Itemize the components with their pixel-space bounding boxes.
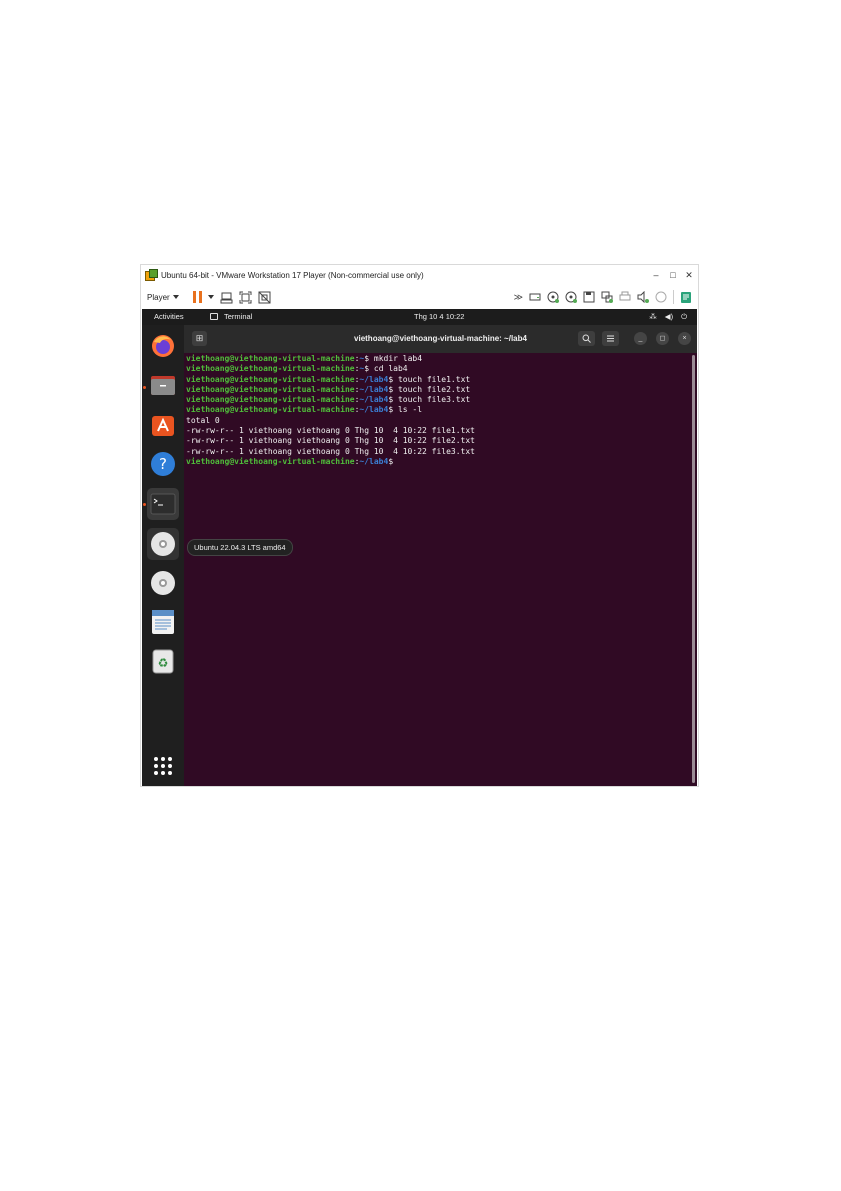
- sound-card-icon[interactable]: [637, 291, 649, 303]
- dock: ? ♻: [142, 325, 184, 786]
- terminal-line: viethoang@viethoang-virtual-machine:~/la…: [186, 374, 471, 384]
- prompt-user: viethoang@viethoang-virtual-machine: [186, 364, 355, 374]
- prompt-path: ~/lab4: [359, 374, 389, 384]
- prompt-user: viethoang@viethoang-virtual-machine: [186, 456, 355, 466]
- floppy-icon[interactable]: [583, 291, 595, 303]
- terminal-line: viethoang@viethoang-virtual-machine:~/la…: [186, 384, 471, 394]
- terminal-line: viethoang@viethoang-virtual-machine:~/la…: [186, 395, 471, 405]
- close-button[interactable]: ✕: [682, 268, 696, 282]
- show-apps-icon[interactable]: [147, 750, 179, 782]
- unity-icon[interactable]: [258, 291, 271, 304]
- pause-dropdown-icon[interactable]: [207, 295, 214, 299]
- fullscreen-icon[interactable]: [239, 291, 252, 304]
- usb-icon[interactable]: [655, 291, 667, 303]
- terminal-line: viethoang@viethoang-virtual-machine:~$ m…: [186, 354, 423, 363]
- toolbar-divider: [673, 290, 674, 304]
- activities-button[interactable]: Activities: [154, 312, 184, 321]
- player-menu[interactable]: Player: [147, 293, 179, 302]
- vmware-window: Ubuntu 64-bit - VMware Workstation 17 Pl…: [141, 265, 698, 786]
- terminal-line: viethoang@viethoang-virtual-machine:~$ c…: [186, 364, 408, 374]
- svg-text:?: ?: [159, 455, 167, 473]
- running-indicator: [143, 386, 146, 389]
- terminal-header-bar[interactable]: ⊞ viethoang@viethoang-virtual-machine: ~…: [184, 325, 697, 353]
- firefox-icon[interactable]: [147, 330, 179, 362]
- minimize-button-terminal[interactable]: _: [634, 332, 647, 345]
- terminal-line: viethoang@viethoang-virtual-machine:~/la…: [186, 456, 398, 466]
- command-text: touch file2.txt: [397, 384, 471, 394]
- prompt-path: ~/lab4: [359, 456, 389, 466]
- prompt-path: ~/lab4: [359, 405, 389, 415]
- prompt-user: viethoang@viethoang-virtual-machine: [186, 405, 355, 415]
- command-text: mkdir lab4: [373, 354, 423, 363]
- gnome-top-bar: Activities Terminal Thg 10 4 10:22 ⁂ ◀) …: [142, 309, 697, 325]
- network-icon: ⁂: [649, 312, 657, 321]
- cd-dvd-icon[interactable]: [547, 291, 559, 303]
- trash-icon[interactable]: ♻: [147, 645, 179, 677]
- vmware-toolbar: Player ≫: [141, 285, 698, 309]
- output-line: total 0: [186, 415, 220, 425]
- vmware-app-icon: [145, 269, 158, 281]
- terminal-line: viethoang@viethoang-virtual-machine:~/la…: [186, 405, 423, 415]
- dock-tooltip: Ubuntu 22.04.3 LTS amd64: [187, 539, 293, 556]
- device-icons: ≫: [514, 290, 692, 304]
- command-text: cd lab4: [373, 364, 408, 374]
- printer-icon[interactable]: [619, 291, 631, 303]
- hard-disk-icon[interactable]: [529, 291, 541, 303]
- prompt-user: viethoang@viethoang-virtual-machine: [186, 354, 355, 363]
- app-menu-label[interactable]: Terminal: [224, 312, 252, 321]
- app-center-icon[interactable]: [147, 409, 179, 441]
- output-line: -rw-rw-r-- 1 viethoang viethoang 0 Thg 1…: [186, 426, 475, 436]
- dvd-icon-2[interactable]: [147, 567, 179, 599]
- system-tray[interactable]: ⁂ ◀) ⏻: [649, 312, 687, 322]
- volume-icon: ◀): [664, 312, 674, 321]
- command-text: touch file1.txt: [397, 374, 471, 384]
- hamburger-icon: [607, 335, 614, 342]
- maximize-button-terminal[interactable]: ◻: [656, 332, 669, 345]
- terminal-icon[interactable]: [147, 488, 179, 520]
- chevron-down-icon: [172, 295, 179, 299]
- search-icon: [582, 334, 591, 343]
- running-indicator-2: [143, 503, 146, 506]
- text-editor-icon[interactable]: [147, 606, 179, 638]
- help-icon[interactable]: ?: [147, 448, 179, 480]
- prompt-user: viethoang@viethoang-virtual-machine: [186, 395, 355, 405]
- terminal-title: viethoang@viethoang-virtual-machine: ~/l…: [354, 334, 527, 343]
- pause-icon[interactable]: [192, 291, 204, 303]
- cd-dvd-icon-2[interactable]: [565, 291, 577, 303]
- power-icon: ⏻: [681, 312, 687, 321]
- player-menu-label: Player: [147, 292, 170, 302]
- files-icon[interactable]: [147, 369, 179, 401]
- prompt-path: ~/lab4: [359, 395, 389, 405]
- scrollbar[interactable]: [692, 355, 695, 783]
- prompt-path: ~: [359, 354, 365, 363]
- terminal-app-icon: [210, 313, 218, 320]
- close-button-terminal[interactable]: ×: [678, 332, 691, 345]
- prompt-path: ~: [359, 364, 365, 374]
- maximize-button[interactable]: □: [666, 268, 680, 282]
- terminal-output[interactable]: viethoang@viethoang-virtual-machine:~$ m…: [186, 354, 686, 467]
- output-line: -rw-rw-r-- 1 viethoang viethoang 0 Thg 1…: [186, 436, 475, 446]
- svg-text:♻: ♻: [158, 656, 169, 670]
- network-adapter-icon[interactable]: [601, 291, 613, 303]
- ubuntu-screen[interactable]: Activities Terminal Thg 10 4 10:22 ⁂ ◀) …: [142, 309, 697, 786]
- clock[interactable]: Thg 10 4 10:22: [414, 312, 464, 321]
- prompt-user: viethoang@viethoang-virtual-machine: [186, 384, 355, 394]
- prompt-user: viethoang@viethoang-virtual-machine: [186, 374, 355, 384]
- send-ctrl-alt-del-icon[interactable]: [220, 291, 233, 304]
- window-title: Ubuntu 64-bit - VMware Workstation 17 Pl…: [161, 270, 424, 280]
- menu-button[interactable]: [602, 331, 619, 346]
- minimize-button[interactable]: –: [649, 268, 663, 282]
- output-line: -rw-rw-r-- 1 viethoang viethoang 0 Thg 1…: [186, 446, 475, 456]
- message-log-icon[interactable]: [680, 291, 692, 304]
- forward-icon[interactable]: ≫: [514, 292, 523, 303]
- command-text: touch file3.txt: [397, 395, 471, 405]
- title-bar[interactable]: Ubuntu 64-bit - VMware Workstation 17 Pl…: [141, 265, 698, 285]
- search-button[interactable]: [578, 331, 595, 346]
- prompt-path: ~/lab4: [359, 384, 389, 394]
- dvd-icon[interactable]: [147, 528, 179, 560]
- command-text: ls -l: [397, 405, 423, 415]
